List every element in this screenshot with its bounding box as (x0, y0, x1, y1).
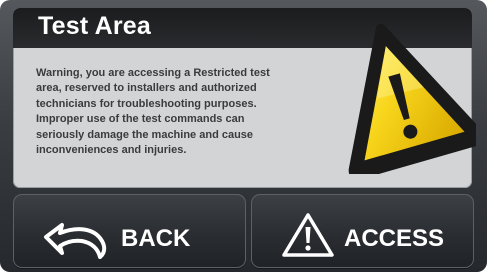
back-button-label: BACK (121, 225, 191, 252)
warning-line: Improper use of the test commands can (36, 113, 245, 126)
test-area-screen: Test Area Warning, you are accessing a R… (0, 0, 487, 272)
warning-message: Warning, you are accessing a Restricted … (36, 66, 336, 158)
back-arrow-icon (44, 223, 107, 259)
warning-line: inconveniences and injuries. (36, 144, 187, 157)
warning-line: seriously damage the machine and cause (36, 128, 254, 141)
warning-line: technicians for troubleshooting purposes… (36, 97, 257, 110)
back-button[interactable]: BACK (13, 194, 246, 268)
warning-outline-icon (282, 213, 334, 257)
warning-line: Warning, you are accessing a Restricted … (36, 67, 270, 79)
page-title: Test Area (38, 12, 151, 40)
warning-line: area, reserved to installers and authori… (36, 82, 257, 95)
access-button-label: ACCESS (344, 225, 445, 252)
warning-triangle-icon (348, 23, 476, 174)
access-button[interactable]: ACCESS (251, 194, 474, 268)
